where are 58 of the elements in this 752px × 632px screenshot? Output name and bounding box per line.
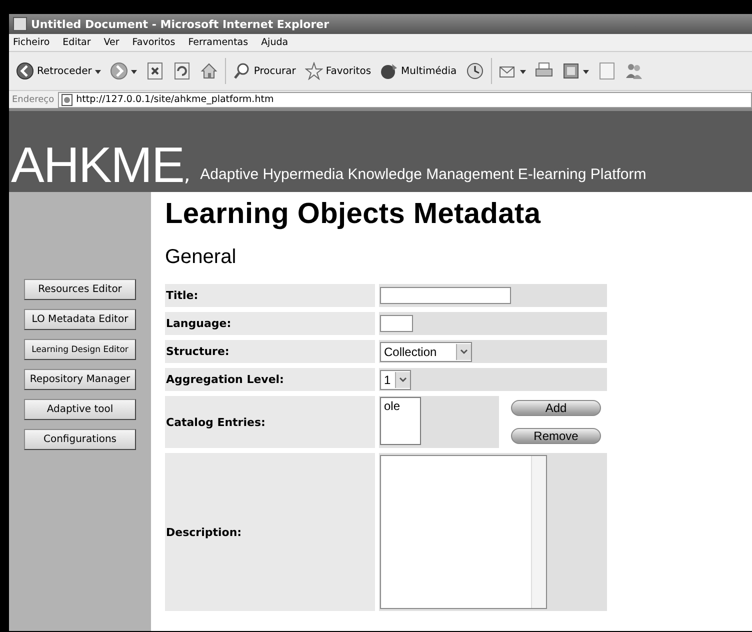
caret-icon — [94, 70, 101, 74]
search-icon — [232, 62, 251, 80]
menu-item[interactable]: Ficheiro — [13, 37, 50, 48]
people-icon — [624, 62, 643, 80]
clock-icon — [466, 62, 484, 80]
nav-button[interactable]: Repository Manager — [24, 369, 136, 390]
nav-button[interactable]: Learning Design Editor — [24, 339, 136, 360]
menu-item[interactable]: Ferramentas — [188, 37, 248, 48]
page-icon — [61, 94, 74, 106]
title-field[interactable] — [380, 287, 511, 304]
page-icon — [13, 17, 27, 31]
list-item[interactable]: ole — [384, 399, 417, 413]
toolbar-button[interactable]: Favoritos — [302, 60, 374, 82]
list-box[interactable]: ole — [380, 397, 421, 445]
nav-button[interactable]: LO Metadata Editor — [24, 309, 136, 330]
menu-item[interactable]: Ajuda — [261, 37, 288, 48]
globe-icon — [380, 62, 398, 80]
menu-item[interactable]: Ver — [104, 37, 120, 48]
toolbar-button[interactable]: Retroceder — [14, 60, 103, 82]
window-title: Untitled Document - Microsoft Internet Explorer — [31, 18, 330, 30]
page-heading: Learning Objects Metadata — [165, 198, 542, 231]
caret-icon — [520, 70, 526, 74]
add-button[interactable]: Add — [511, 400, 601, 416]
language-field[interactable] — [380, 315, 413, 332]
dropdown[interactable]: 1 — [380, 370, 411, 390]
square-icon — [562, 62, 580, 80]
address-label: Endereço — [12, 94, 54, 104]
back-icon — [16, 62, 34, 80]
tagline: Adaptive Hypermedia Knowledge Management E-learning Platform — [200, 166, 646, 183]
nav-button[interactable]: Adaptive tool — [24, 399, 136, 420]
toolbar-button[interactable] — [108, 60, 139, 82]
caret-icon — [130, 70, 137, 74]
logo: AHKME — [11, 140, 184, 190]
toolbar-button[interactable]: Multimédia — [378, 60, 459, 82]
menu-item[interactable]: Editar — [62, 37, 91, 48]
forward-icon — [110, 62, 128, 80]
section-heading: General — [165, 246, 238, 269]
nav-button[interactable]: Configurations — [24, 429, 136, 450]
field-label: Title: — [165, 284, 375, 307]
field-label: Language: — [165, 312, 375, 335]
field-label: Description: — [165, 453, 375, 611]
toolbar-button[interactable]: Procurar — [230, 60, 298, 82]
remove-button[interactable]: Remove — [511, 428, 601, 444]
field-label: Catalog Entries: — [165, 396, 375, 448]
caret-icon — [582, 70, 589, 74]
logo-separator: , — [184, 162, 190, 186]
close-icon — [146, 62, 164, 80]
description-field[interactable] — [380, 455, 547, 609]
dropdown[interactable]: Collection — [380, 342, 472, 362]
menu-item[interactable]: Favoritos — [132, 37, 176, 48]
home-icon — [200, 62, 218, 80]
star-icon — [304, 62, 323, 80]
nav-button[interactable]: Resources Editor — [24, 279, 136, 300]
address-field[interactable]: http://127.0.0.1/site/ahkme_platform.htm — [58, 92, 752, 108]
refresh-icon — [172, 62, 191, 80]
field-label: Structure: — [165, 340, 375, 363]
field-label: Aggregation Level: — [165, 368, 375, 391]
page-icon — [598, 62, 616, 80]
